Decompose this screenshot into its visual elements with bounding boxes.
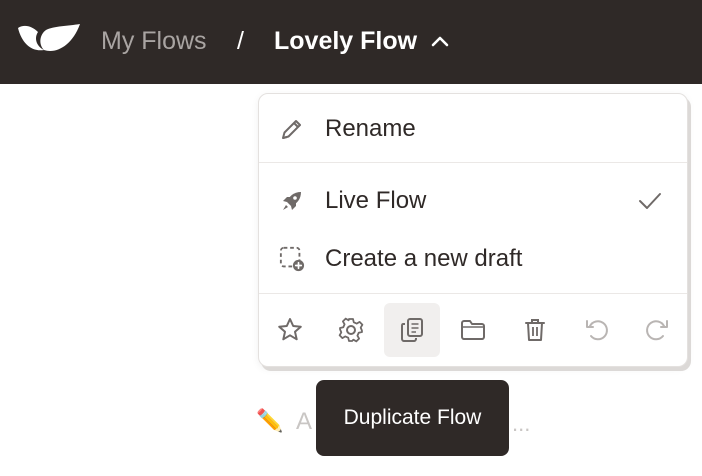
new-draft-icon — [279, 246, 305, 272]
pencil-emoji-icon: ✏️ — [256, 408, 284, 433]
menu-item-rename[interactable]: Rename — [259, 104, 687, 154]
menu-item-create-draft[interactable]: Create a new draft — [259, 234, 687, 284]
move-to-folder-button[interactable] — [445, 303, 501, 357]
flow-actions-toolbar — [259, 295, 687, 365]
rocket-icon — [279, 188, 305, 214]
checkmark-icon — [639, 193, 661, 209]
background-placeholder-ellipsis: ... — [512, 411, 531, 436]
logo-icon[interactable] — [16, 20, 82, 56]
menu-item-label: Create a new draft — [325, 245, 523, 272]
flow-title-dropdown[interactable]: Lovely Flow — [274, 26, 449, 56]
settings-button[interactable] — [323, 303, 379, 357]
menu-item-label: Live Flow — [325, 187, 427, 214]
top-bar: My Flows / Lovely Flow — [0, 0, 702, 84]
undo-icon — [586, 320, 608, 341]
breadcrumb-my-flows[interactable]: My Flows — [101, 26, 207, 56]
copy-icon — [401, 318, 423, 342]
menu-divider — [259, 162, 687, 163]
menu-divider — [259, 293, 687, 294]
delete-button[interactable] — [507, 303, 563, 357]
star-icon — [278, 318, 302, 341]
duplicate-flow-tooltip: Duplicate Flow — [316, 380, 509, 456]
flow-title: Lovely Flow — [274, 27, 418, 55]
background-placeholder-text[interactable]: A — [296, 408, 312, 436]
menu-item-label: Rename — [325, 115, 416, 142]
folder-icon — [461, 320, 485, 340]
redo-icon — [646, 320, 668, 341]
duplicate-button[interactable] — [384, 303, 440, 357]
menu-item-live-flow[interactable]: Live Flow — [259, 176, 687, 226]
breadcrumb-separator: / — [237, 27, 244, 55]
gear-icon — [338, 317, 364, 343]
trash-icon — [525, 319, 545, 341]
flow-menu: Rename Live Flow Create a new draft — [258, 93, 688, 367]
undo-button[interactable] — [568, 303, 624, 357]
pencil-icon — [279, 116, 305, 142]
chevron-up-icon — [431, 36, 449, 47]
redo-button[interactable] — [630, 303, 686, 357]
favorite-button[interactable] — [262, 303, 318, 357]
